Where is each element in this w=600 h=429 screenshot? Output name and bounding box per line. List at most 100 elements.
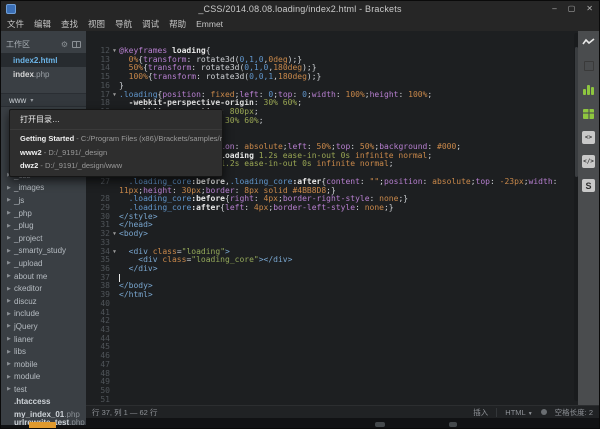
code-line[interactable]: 44: [86, 335, 580, 344]
tree-item-about me[interactable]: ▶about me: [1, 270, 86, 283]
tree-item-_images[interactable]: ▶_images: [1, 182, 86, 195]
tree-item-_project[interactable]: ▶_project: [1, 232, 86, 245]
code-line[interactable]: 31</head>: [86, 221, 580, 230]
code-line[interactable]: 36 </div>: [86, 265, 580, 274]
code-line[interactable]: 37: [86, 274, 580, 283]
theme-brush-icon[interactable]: [582, 83, 595, 96]
fold-arrow-icon[interactable]: ▼: [110, 91, 119, 100]
code-line[interactable]: 32▼<body>: [86, 230, 580, 239]
code-line[interactable]: 38</body>: [86, 282, 580, 291]
tree-item-_js[interactable]: ▶_js: [1, 194, 86, 207]
open-folder-menu-item[interactable]: 打开目录…: [10, 113, 222, 127]
fold-gutter: [110, 317, 119, 326]
code-line[interactable]: 43: [86, 326, 580, 335]
indentation-setting[interactable]: 空格长度: 2: [555, 407, 593, 418]
recent-project-dwz2[interactable]: dwz2 - D:/_9191/_design/www: [10, 159, 222, 173]
code-slash-tag-button[interactable]: </>: [582, 155, 595, 168]
fold-gutter: [110, 378, 119, 387]
code-line[interactable]: 50: [86, 387, 580, 396]
code-line[interactable]: 34▼ <div class="loading">: [86, 248, 580, 257]
tree-item-lianer[interactable]: ▶lianer: [1, 333, 86, 346]
code-line[interactable]: 27 .loading_core:before,.loading_core:af…: [86, 178, 580, 187]
minimize-button[interactable]: –: [552, 2, 556, 15]
menu-item-调试[interactable]: 调试: [142, 18, 159, 30]
code-text: .loading_core:before,.loading_core:after…: [119, 178, 580, 187]
code-line[interactable]: 11px;height: 30px;border: 8px solid #4BB…: [86, 187, 580, 196]
fold-gutter: [110, 99, 119, 108]
fold-gutter: [110, 178, 119, 187]
code-line[interactable]: 35 <div class="loading_core"></div>: [86, 256, 580, 265]
code-line[interactable]: 42: [86, 317, 580, 326]
menu-item-视图[interactable]: 视图: [88, 18, 105, 30]
code-line[interactable]: 29 .loading_core:after{left: 4px;border-…: [86, 204, 580, 213]
code-line[interactable]: 17▼.loading{position: fixed;left: 0;top:…: [86, 91, 580, 100]
tree-item-mobile[interactable]: ▶mobile: [1, 358, 86, 371]
code-line[interactable]: 45: [86, 343, 580, 352]
split-view-icon[interactable]: [72, 41, 81, 48]
workspace-title: 工作区: [6, 39, 61, 50]
menu-item-Emmet[interactable]: Emmet: [196, 19, 223, 29]
code-text: [119, 343, 580, 352]
extension-box-icon[interactable]: [582, 59, 595, 72]
fold-arrow-icon[interactable]: ▼: [110, 47, 119, 56]
project-name: Getting Started: [20, 134, 74, 143]
close-button[interactable]: ✕: [586, 2, 593, 15]
code-line[interactable]: 28 .loading_core:before{right: 4px;borde…: [86, 195, 580, 204]
menu-item-文件[interactable]: 文件: [7, 18, 24, 30]
code-line[interactable]: 12▼@keyframes loading{: [86, 47, 580, 56]
code-line[interactable]: 49: [86, 378, 580, 387]
tree-item-.htaccess[interactable]: .htaccess: [1, 396, 86, 409]
lint-status-icon[interactable]: [541, 409, 547, 415]
fold-arrow-icon[interactable]: ▼: [110, 248, 119, 257]
tree-item-ckeditor[interactable]: ▶ckeditor: [1, 282, 86, 295]
tree-item-module[interactable]: ▶module: [1, 371, 86, 384]
tree-item-_upload[interactable]: ▶_upload: [1, 257, 86, 270]
code-line[interactable]: 15 100%{transform: rotate3d(0,0,1,180deg…: [86, 73, 580, 82]
project-dropdown[interactable]: www ▾: [1, 93, 86, 107]
code-line[interactable]: 39</html>: [86, 291, 580, 300]
code-line[interactable]: 16}: [86, 82, 580, 91]
tree-item-discuz[interactable]: ▶discuz: [1, 295, 86, 308]
code-line[interactable]: 51: [86, 396, 580, 405]
maximize-button[interactable]: ▢: [568, 2, 576, 15]
recent-project-www2[interactable]: www2 - D:/_9191/_design: [10, 146, 222, 160]
code-line[interactable]: 47: [86, 361, 580, 370]
snippets-button[interactable]: S: [582, 179, 595, 192]
tree-item-_smarty_study[interactable]: ▶_smarty_study: [1, 245, 86, 258]
code-text: <body>: [119, 230, 580, 239]
menu-item-导航[interactable]: 导航: [115, 18, 132, 30]
menu-item-编辑[interactable]: 编辑: [34, 18, 51, 30]
code-tag-button[interactable]: <>: [582, 131, 595, 144]
extension-gift-icon[interactable]: [582, 107, 595, 120]
code-line[interactable]: 40: [86, 300, 580, 309]
language-selector[interactable]: HTML▼: [505, 408, 532, 417]
working-file-index2[interactable]: index2.html: [1, 53, 86, 67]
code-line[interactable]: 46: [86, 352, 580, 361]
code-line[interactable]: 30</style>: [86, 213, 580, 222]
menu-item-查找[interactable]: 查找: [61, 18, 78, 30]
tree-item-_php[interactable]: ▶_php: [1, 207, 86, 220]
code-line[interactable]: 48: [86, 370, 580, 379]
taskbar-sliver: [1, 418, 600, 429]
insert-mode-indicator[interactable]: 插入: [473, 407, 488, 418]
code-line[interactable]: 18 -webkit-perspective-origin: 30% 60%;: [86, 99, 580, 108]
tree-item-include[interactable]: ▶include: [1, 308, 86, 321]
code-line[interactable]: 13 0%{transform: rotate3d(0,1,0,0deg);}: [86, 56, 580, 65]
tree-item-libs[interactable]: ▶libs: [1, 345, 86, 358]
working-file-index[interactable]: index.php: [1, 67, 86, 81]
recent-project-getting-started[interactable]: Getting Started - C:/Program Files (x86)…: [10, 132, 222, 146]
code-editor[interactable]: 12▼@keyframes loading{13 0%{transform: r…: [86, 31, 580, 405]
tree-item-test[interactable]: ▶test: [1, 383, 86, 396]
menu-item-帮助[interactable]: 帮助: [169, 18, 186, 30]
gear-icon[interactable]: ⚙: [61, 40, 68, 49]
tree-item-jQuery[interactable]: ▶jQuery: [1, 320, 86, 333]
live-preview-wave-icon[interactable]: [582, 35, 595, 48]
tree-item-_plug[interactable]: ▶_plug: [1, 219, 86, 232]
code-line[interactable]: 14 50%{transform: rotate3d(0,1,0,180deg)…: [86, 64, 580, 73]
title-bar[interactable]: _CSS/2014.08.08.loading/index2.html - Br…: [1, 1, 599, 17]
fold-gutter: [110, 309, 119, 318]
fold-arrow-icon[interactable]: ▼: [110, 230, 119, 239]
fold-gutter: [110, 343, 119, 352]
code-line[interactable]: 41: [86, 309, 580, 318]
code-line[interactable]: 33: [86, 239, 580, 248]
